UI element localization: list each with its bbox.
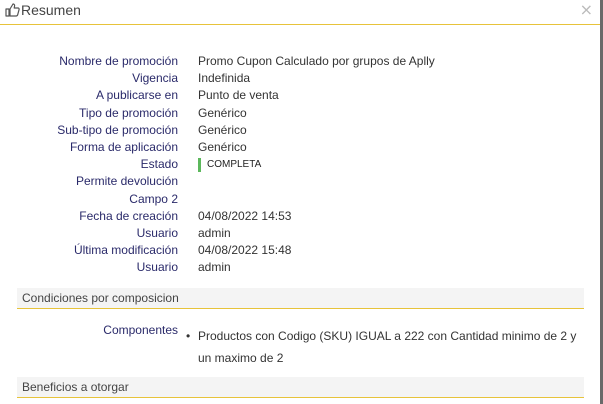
detail-value: admin [198, 225, 231, 240]
detail-value: 04/08/2022 14:53 [198, 208, 292, 223]
detail-value: Promo Cupon Calculado por grupos de Apll… [198, 54, 435, 68]
detail-label: Nombre de promoción [59, 54, 178, 68]
detail-row: Usuario admin [0, 225, 600, 242]
detail-label: Usuario [136, 225, 178, 240]
components-label: Componentes [103, 323, 178, 337]
detail-label: Usuario [136, 260, 178, 275]
detail-value: Genérico [198, 105, 247, 120]
detail-value: Indefinida [198, 71, 251, 86]
detail-row: Usuario admin [0, 259, 600, 276]
detail-row: Tipo de promoción Genérico [0, 105, 600, 122]
components-list: Productos con Codigo (SKU) IGUAL a 222 c… [186, 325, 586, 369]
list-item: Productos con Codigo (SKU) IGUAL a 222 c… [186, 325, 586, 369]
detail-row: Nombre de promoción Promo Cupon Calculad… [0, 53, 600, 70]
detail-label: Sub-tipo de promoción [57, 122, 178, 137]
detail-label: Tipo de promoción [79, 105, 178, 120]
detail-label: Permite devolución [75, 174, 178, 189]
detail-value: Punto de venta [198, 88, 279, 103]
detail-row: Forma de aplicación Genérico [0, 139, 600, 156]
summary-dialog: Resumen × Nombre de promoción Promo Cupo… [0, 0, 600, 404]
detail-row: Estado COMPLETA [0, 156, 600, 173]
detail-row: Sub-tipo de promoción Genérico [0, 122, 600, 139]
conditions-section-header: Condiciones por composicion [17, 288, 584, 309]
dialog-titlebar: Resumen × [0, 0, 600, 25]
detail-row: Permite devolución [0, 173, 600, 190]
detail-value: 04/08/2022 15:48 [198, 243, 292, 258]
close-icon[interactable]: × [580, 0, 593, 19]
detail-value: Genérico [198, 122, 247, 137]
detail-value: Genérico [198, 139, 247, 154]
detail-row: Fecha de creación 04/08/2022 14:53 [0, 208, 600, 225]
status-badge: COMPLETA [198, 157, 261, 172]
detail-label: Campo 2 [129, 191, 178, 206]
detail-row: Última modificación 04/08/2022 15:48 [0, 242, 600, 259]
thumbs-up-icon [4, 2, 20, 18]
detail-value: admin [198, 260, 231, 275]
detail-row: Campo 2 [0, 191, 600, 208]
detail-value: COMPLETA [198, 156, 261, 173]
promotion-details: Nombre de promoción Promo Cupon Calculad… [0, 53, 600, 276]
benefits-section-header: Beneficios a otorgar [17, 377, 584, 398]
detail-label: Vigencia [132, 71, 178, 86]
detail-row: Vigencia Indefinida [0, 70, 600, 87]
dialog-title: Resumen [21, 2, 81, 18]
detail-label: Estado [140, 157, 178, 172]
detail-label: Forma de aplicación [69, 139, 178, 154]
detail-label: Última modificación [73, 243, 178, 258]
detail-label: Fecha de creación [79, 208, 178, 223]
detail-label: A publicarse en [95, 88, 178, 103]
detail-row: A publicarse en Punto de venta [0, 87, 600, 104]
